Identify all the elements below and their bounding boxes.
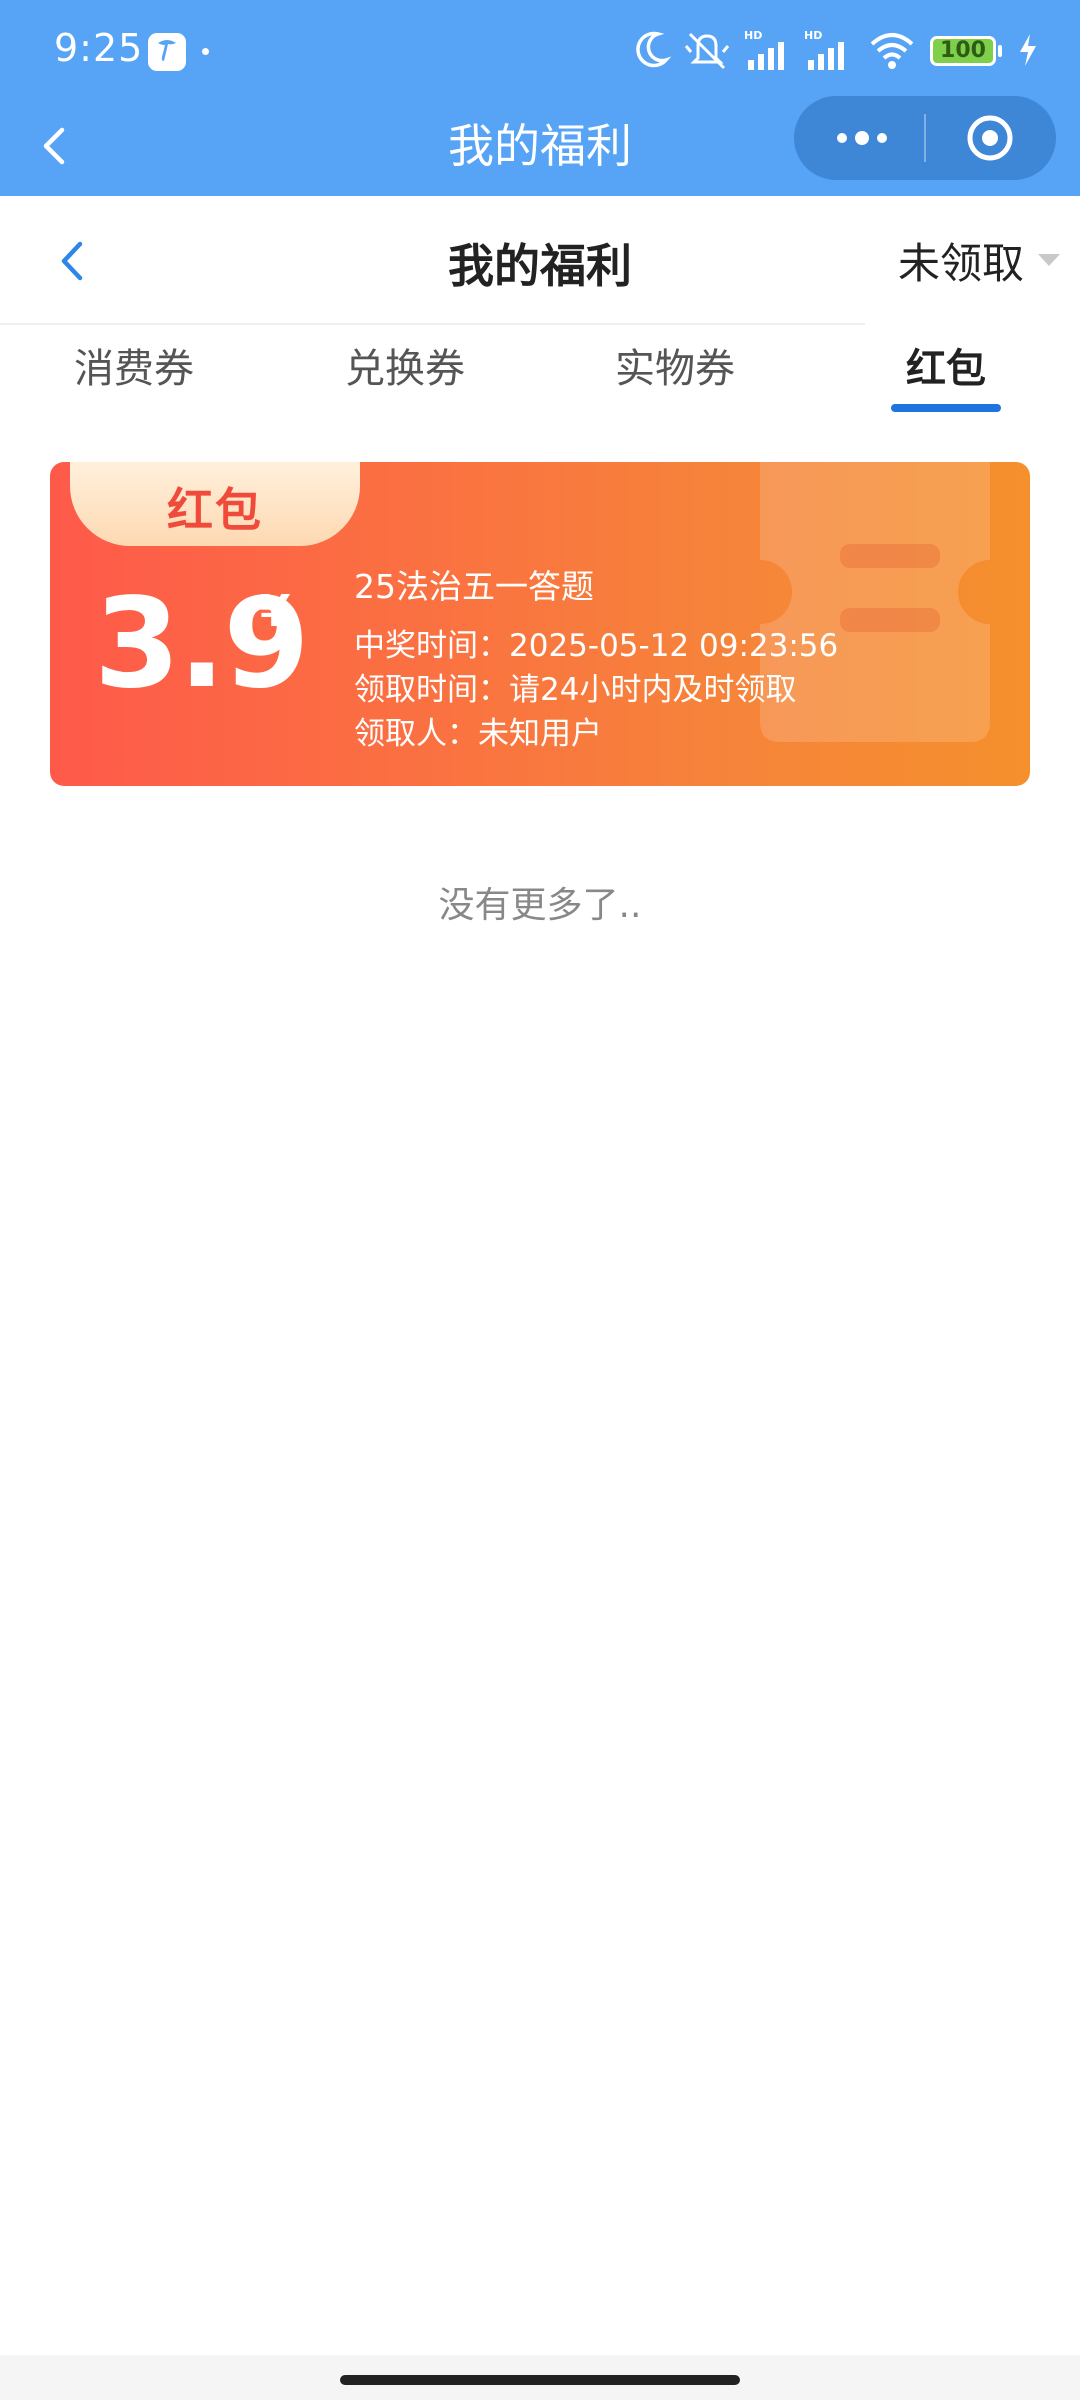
- claimer: 领取人：未知用户: [354, 716, 602, 752]
- signal-hd-icon: HD: [744, 29, 784, 70]
- claim-time: 领取时间：请24小时内及时领取: [354, 672, 797, 708]
- card-type-tag: 红包: [70, 462, 360, 546]
- mute-icon: [684, 32, 730, 70]
- capsule-menu: [794, 96, 1056, 180]
- signal-hd-icon: HD: [804, 29, 844, 70]
- page-header: 我的福利 未领取: [0, 196, 1080, 324]
- activity-name: 25法治五一答题: [354, 567, 594, 606]
- more-icon[interactable]: [830, 116, 894, 160]
- svg-text:HD: HD: [744, 29, 762, 42]
- tab-bar: 消费券 兑换券 实物券 红包: [0, 324, 1080, 424]
- currency-symbol: ¥: [260, 586, 291, 637]
- filter-label: 未领取: [897, 238, 1024, 288]
- tab-physical-coupon[interactable]: 实物券: [575, 336, 775, 394]
- battery-icon: 100: [930, 28, 1010, 74]
- carrier-icon: [148, 33, 186, 71]
- status-time: 9:25: [54, 26, 144, 70]
- charging-icon: [1020, 34, 1036, 66]
- capsule-divider: [924, 114, 926, 162]
- card-info: 25法治五一答题 中奖时间：2025-05-12 09:23:56 领取时间：请…: [354, 560, 838, 756]
- mini-program-header: 我的福利: [0, 96, 1080, 196]
- win-time: 中奖时间：2025-05-12 09:23:56: [354, 628, 839, 664]
- status-filter-dropdown[interactable]: 未领取: [898, 232, 1060, 288]
- status-icons: HD HD 100: [632, 28, 1052, 74]
- home-indicator[interactable]: [340, 2375, 740, 2385]
- status-bar: 9:25 HD HD 100: [0, 0, 1080, 100]
- battery-level: 100: [930, 36, 996, 66]
- no-more-text: 没有更多了..: [438, 885, 642, 926]
- tab-exchange-coupon[interactable]: 兑换券: [305, 336, 505, 394]
- active-tab-indicator: [891, 404, 1001, 412]
- moon-icon: [636, 31, 672, 68]
- caret-down-icon: [1038, 254, 1060, 266]
- notification-dot-icon: [202, 48, 209, 55]
- tab-consumption-coupon[interactable]: 消费券: [34, 336, 234, 394]
- card-tag-label: 红包: [167, 483, 263, 537]
- red-packet-card[interactable]: 红包 3.9 ¥ 25法治五一答题 中奖时间：2025-05-12 09:23:…: [50, 462, 1030, 786]
- battery-cap: [998, 45, 1002, 57]
- page: 9:25 HD HD 100 我的福利 我的福利 未领取 消费券 兑换券 实物券…: [0, 0, 1080, 2400]
- svg-text:HD: HD: [804, 29, 822, 42]
- tab-red-packet[interactable]: 红包: [846, 336, 1046, 394]
- close-target-icon[interactable]: [964, 112, 1016, 164]
- wifi-icon: [870, 33, 914, 69]
